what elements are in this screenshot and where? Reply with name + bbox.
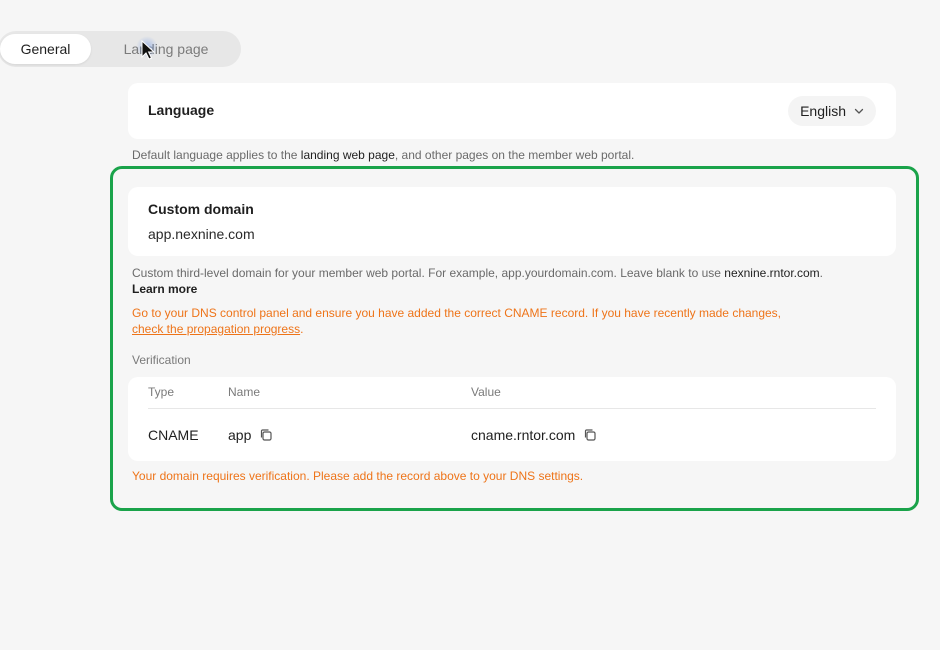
- table-divider: [148, 408, 876, 409]
- propagation-progress-link[interactable]: check the propagation progress: [132, 322, 300, 336]
- header-name: Name: [228, 385, 261, 399]
- language-help-text: Default language applies to the landing …: [132, 148, 635, 162]
- landing-web-page-text: landing web page: [300, 148, 395, 162]
- tab-landing-page[interactable]: Landing page: [108, 34, 224, 64]
- custom-domain-title: Custom domain: [148, 201, 254, 217]
- learn-more-link[interactable]: Learn more: [132, 282, 197, 296]
- copy-icon[interactable]: [259, 428, 273, 442]
- default-domain-text: nexnine.rntor.com: [724, 266, 820, 280]
- settings-tabs: General Landing page: [0, 31, 241, 67]
- header-type: Type: [148, 385, 175, 399]
- copy-icon[interactable]: [583, 428, 597, 442]
- verification-warning-message: Your domain requires verification. Pleas…: [132, 469, 584, 483]
- record-name-cell: app: [228, 427, 273, 443]
- custom-domain-input[interactable]: app.nexnine.com: [148, 226, 255, 242]
- record-type-cell: CNAME: [148, 427, 199, 443]
- chevron-down-icon: [854, 108, 864, 114]
- language-select[interactable]: English: [788, 96, 876, 126]
- language-title: Language: [148, 102, 215, 118]
- verification-table: Type Name Value CNAME app cname.rntor.co…: [128, 377, 896, 461]
- verification-label: Verification: [132, 353, 191, 367]
- custom-domain-card: Custom domain app.nexnine.com: [128, 187, 896, 256]
- tab-general[interactable]: General: [0, 34, 91, 64]
- mouse-cursor-icon: [136, 36, 162, 62]
- language-card: Language English: [128, 83, 896, 139]
- dns-warning-text: Go to your DNS control panel and ensure …: [132, 306, 782, 336]
- header-value: Value: [471, 385, 501, 399]
- custom-domain-help-text: Custom third-level domain for your membe…: [132, 266, 824, 296]
- language-selected-value: English: [800, 103, 846, 119]
- record-value-cell: cname.rntor.com: [471, 427, 597, 443]
